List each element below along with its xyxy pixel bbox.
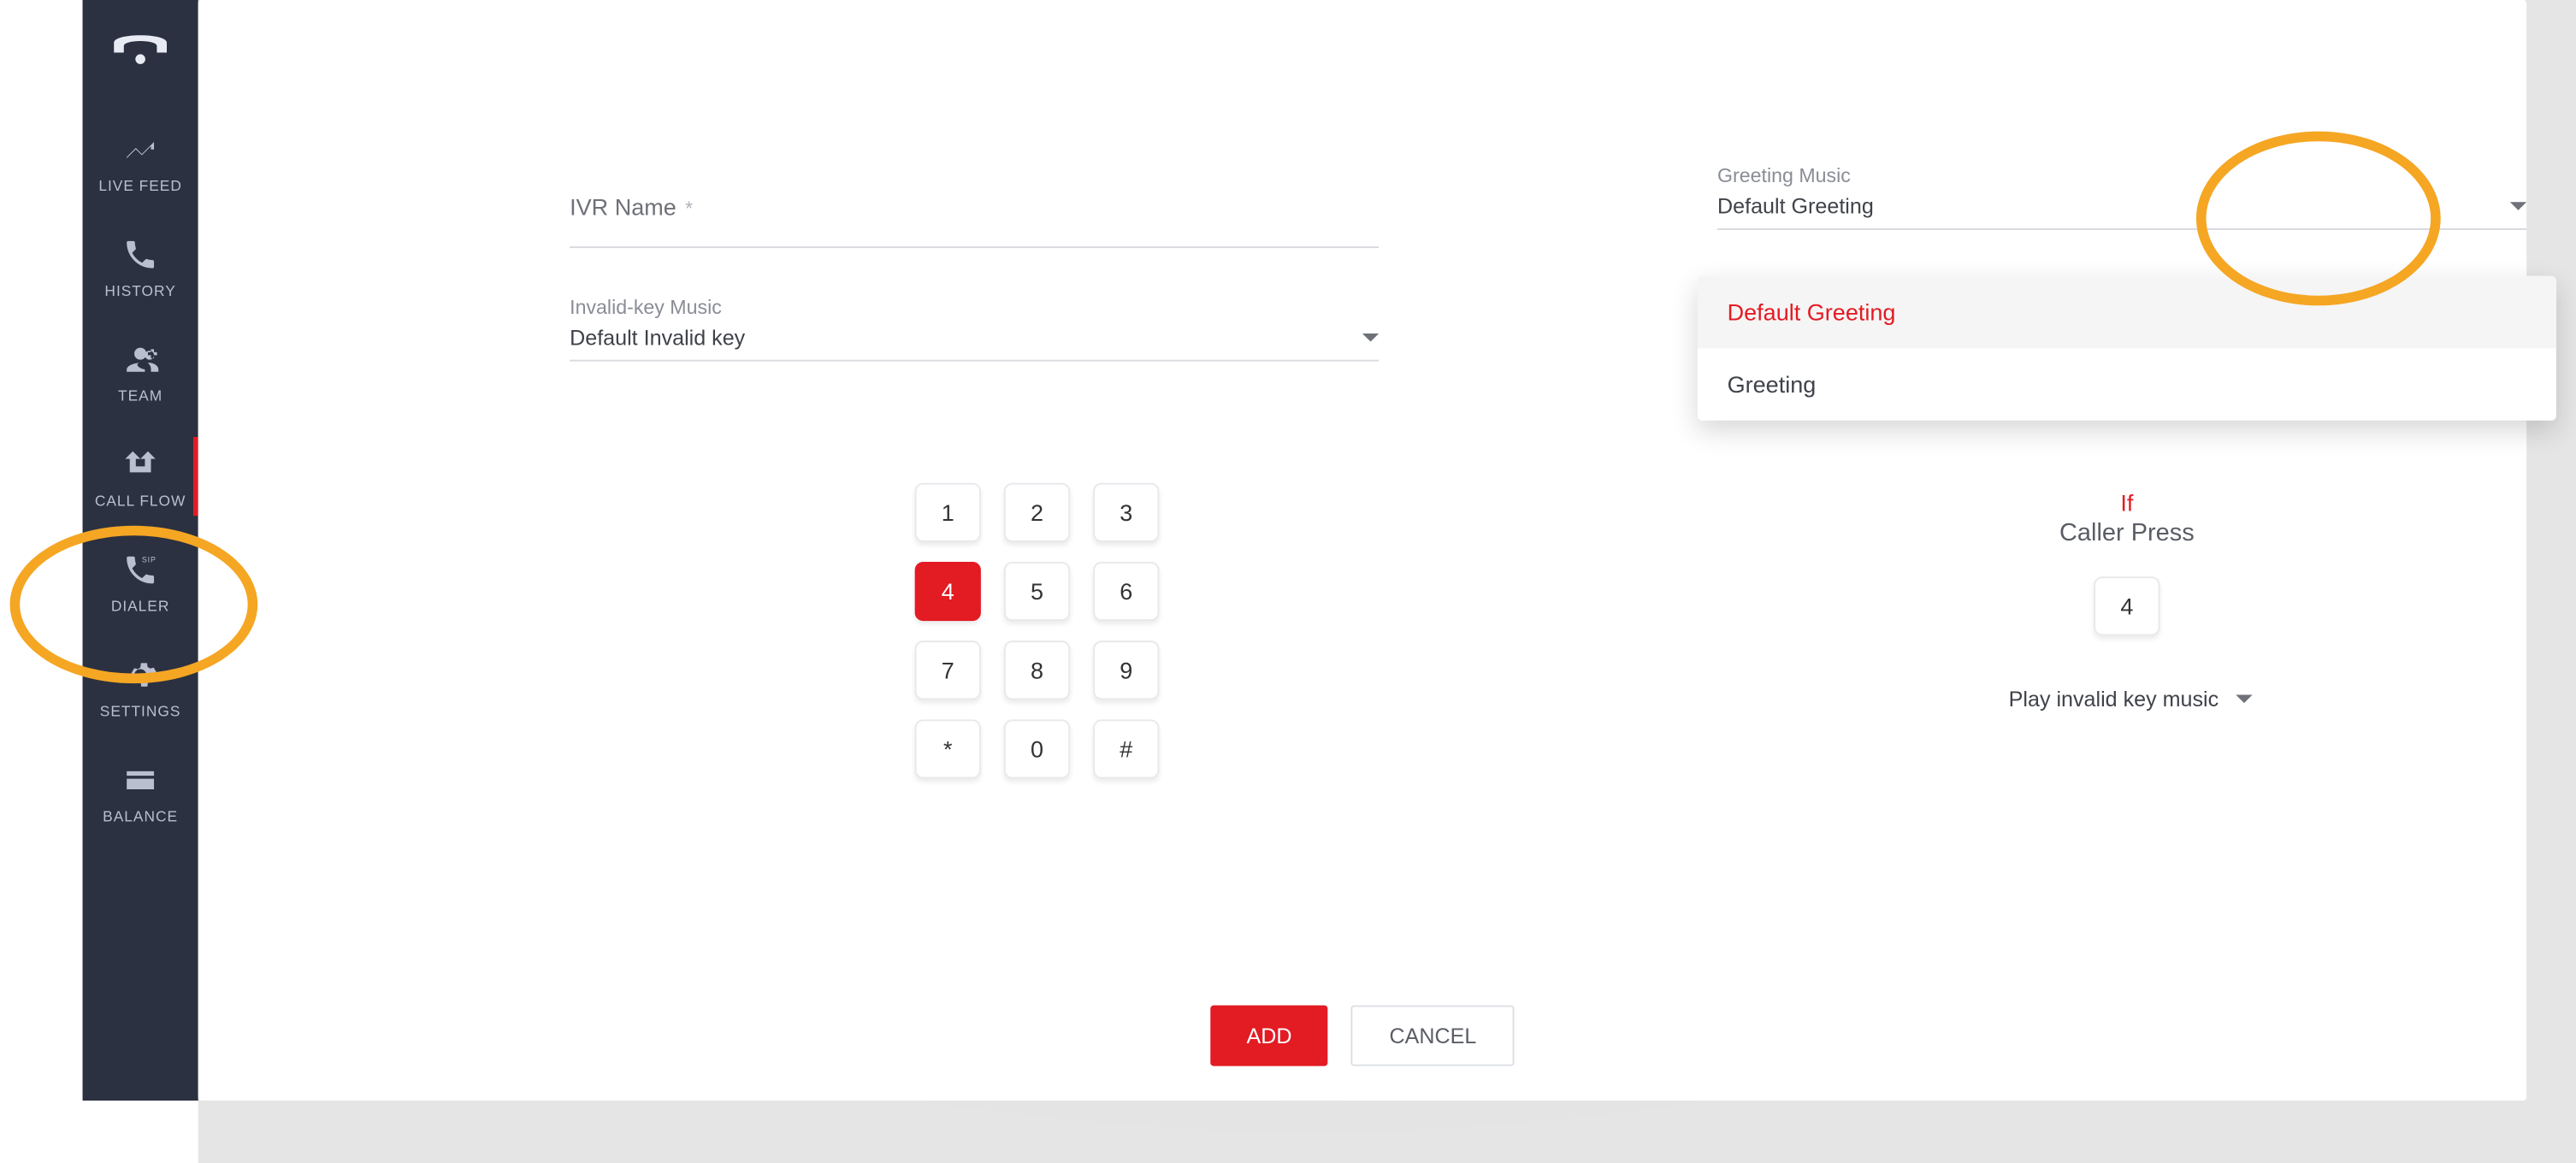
sidebar-item-label: SETTINGS xyxy=(100,703,181,719)
call-flow-icon xyxy=(122,446,158,482)
invalid-key-value: Default Invalid key xyxy=(570,325,745,350)
sidebar-item-dialer[interactable]: SIP DIALER xyxy=(83,529,198,635)
chevron-down-icon xyxy=(1362,329,1379,345)
sidebar: LIVE FEED HISTORY TEAM CALL FLOW SIP DIA… xyxy=(83,0,198,1101)
key-6[interactable]: 6 xyxy=(1093,562,1159,621)
key-star[interactable]: * xyxy=(915,719,981,778)
greeting-music-select[interactable]: Greeting Music Default Greeting xyxy=(1717,164,2526,230)
caller-press-key: 4 xyxy=(2094,576,2159,635)
dialog-footer: ADD CANCEL xyxy=(198,1006,2526,1066)
caller-press-label: Caller Press xyxy=(1994,519,2259,547)
phone-icon xyxy=(122,237,158,273)
sidebar-item-settings[interactable]: SETTINGS xyxy=(83,634,198,739)
ivr-name-label: IVR Name xyxy=(570,194,676,237)
sidebar-item-history[interactable]: HISTORY xyxy=(83,214,198,319)
sidebar-item-call-flow[interactable]: CALL FLOW xyxy=(83,424,198,529)
card-icon xyxy=(122,762,158,798)
if-caller-press-block: If Caller Press 4 xyxy=(1994,489,2259,635)
gear-icon xyxy=(122,657,158,693)
greeting-dropdown: Default Greeting Greeting xyxy=(1698,276,2556,421)
trend-icon xyxy=(122,132,158,168)
chevron-down-icon xyxy=(2235,691,2251,707)
key-3[interactable]: 3 xyxy=(1093,483,1159,542)
invalid-key-label: Invalid-key Music xyxy=(570,296,1379,319)
sidebar-item-team[interactable]: TEAM xyxy=(83,319,198,424)
ivr-name-field[interactable]: IVR Name * xyxy=(570,194,1379,248)
greeting-option-default[interactable]: Default Greeting xyxy=(1698,276,2556,349)
key-2[interactable]: 2 xyxy=(1004,483,1070,542)
add-button[interactable]: ADD xyxy=(1210,1006,1328,1066)
key-5[interactable]: 5 xyxy=(1004,562,1070,621)
key-hash[interactable]: # xyxy=(1093,719,1159,778)
greeting-value: Default Greeting xyxy=(1717,194,1874,219)
sidebar-item-label: BALANCE xyxy=(103,808,178,824)
sidebar-item-label: HISTORY xyxy=(104,282,175,298)
sidebar-item-label: LIVE FEED xyxy=(98,177,182,193)
required-mark: * xyxy=(685,198,693,221)
team-icon xyxy=(122,342,158,378)
app-logo-icon xyxy=(110,30,170,76)
svg-text:SIP: SIP xyxy=(142,556,157,564)
key-8[interactable]: 8 xyxy=(1004,641,1070,700)
key-9[interactable]: 9 xyxy=(1093,641,1159,700)
greeting-option-greeting[interactable]: Greeting xyxy=(1698,348,2556,421)
key-7[interactable]: 7 xyxy=(915,641,981,700)
cancel-button[interactable]: CANCEL xyxy=(1351,1006,1515,1066)
sidebar-item-label: DIALER xyxy=(111,598,170,614)
greeting-label: Greeting Music xyxy=(1717,164,2526,187)
sidebar-item-label: TEAM xyxy=(118,387,162,404)
key-4[interactable]: 4 xyxy=(915,562,981,621)
sidebar-item-label: CALL FLOW xyxy=(95,493,186,509)
key-0[interactable]: 0 xyxy=(1004,719,1070,778)
sidebar-item-balance[interactable]: BALANCE xyxy=(83,739,198,844)
ivr-dialog: IVR Name * Invalid-key Music Default Inv… xyxy=(198,0,2526,1101)
if-label: If xyxy=(1994,489,2259,516)
keypad: 1 2 3 4 5 6 7 8 9 * 0 # xyxy=(915,483,1160,779)
caller-action-select[interactable]: Play invalid key music xyxy=(1965,687,2295,711)
invalid-key-music-select[interactable]: Invalid-key Music Default Invalid key xyxy=(570,296,1379,362)
caller-action-value: Play invalid key music xyxy=(2009,687,2219,711)
sidebar-item-live-feed[interactable]: LIVE FEED xyxy=(83,109,198,214)
dialer-icon: SIP xyxy=(122,552,158,587)
chevron-down-icon xyxy=(2510,198,2526,214)
key-1[interactable]: 1 xyxy=(915,483,981,542)
